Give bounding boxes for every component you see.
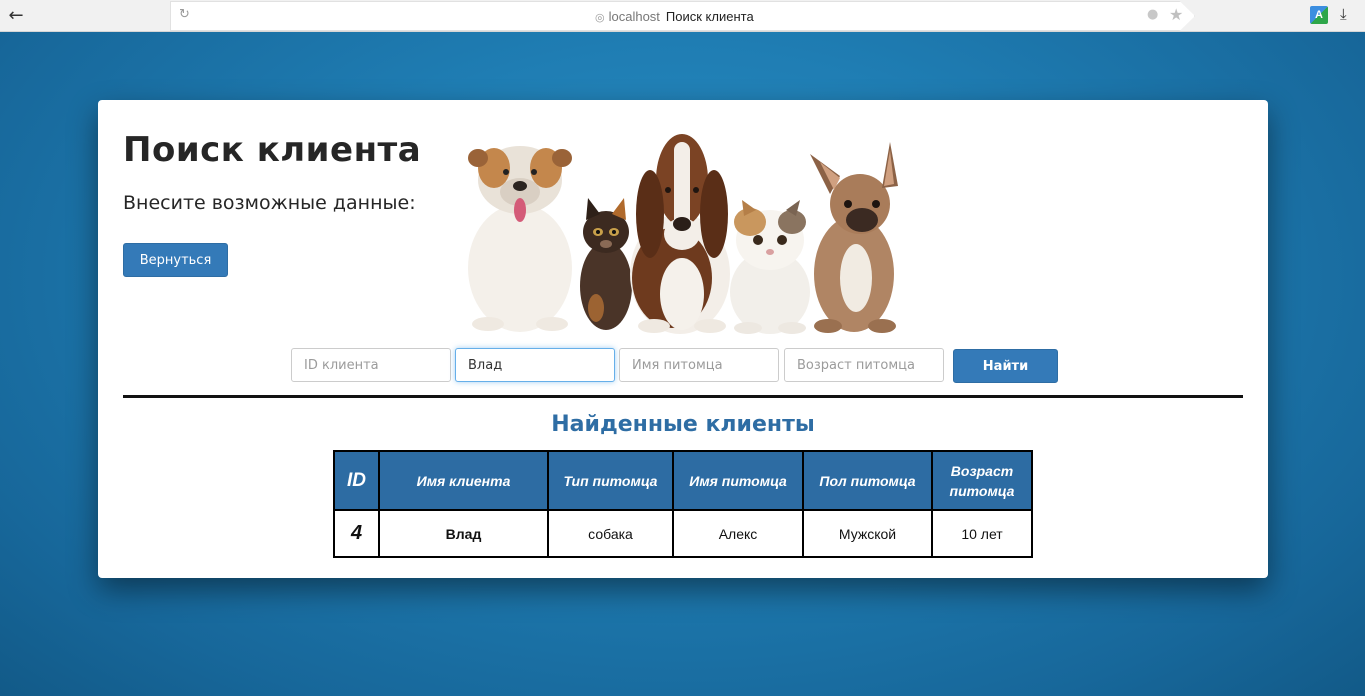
table-header-row: ID Имя клиента Тип питомца Имя питомца П… bbox=[333, 450, 1033, 511]
translate-icon[interactable]: A bbox=[1310, 6, 1328, 24]
cell-pet-type: собака bbox=[547, 509, 674, 558]
bookmark-star-icon[interactable]: ★ bbox=[1169, 5, 1183, 24]
search-form: Найти bbox=[291, 348, 1071, 383]
client-name-input[interactable] bbox=[455, 348, 615, 382]
table-row: 4 Влад собака Алекс Мужской 10 лет bbox=[333, 509, 1033, 558]
french-bulldog-figure bbox=[810, 142, 898, 333]
lightbulb-icon[interactable]: ● bbox=[1147, 7, 1158, 22]
pet-name-input[interactable] bbox=[619, 348, 779, 382]
globe-icon: ◎ bbox=[595, 12, 605, 24]
page-subtitle: Внесите возможные данные: bbox=[123, 192, 416, 214]
cell-client-name: Влад bbox=[378, 509, 549, 558]
address-bar[interactable]: ↻ ◎ localhost Поиск клиента ● ★ bbox=[170, 1, 1195, 31]
pets-image bbox=[468, 134, 898, 334]
cell-pet-sex: Мужской bbox=[802, 509, 933, 558]
cell-id: 4 bbox=[333, 509, 380, 558]
cell-pet-name: Алекс bbox=[672, 509, 804, 558]
search-card: Поиск клиента Внесите возможные данные: … bbox=[98, 100, 1268, 578]
tab-page-title: Поиск клиента bbox=[665, 9, 754, 24]
header-id: ID bbox=[333, 450, 380, 511]
back-arrow-icon[interactable]: ← bbox=[4, 4, 28, 28]
section-divider bbox=[123, 395, 1243, 398]
results-table: ID Имя клиента Тип питомца Имя питомца П… bbox=[333, 450, 1033, 558]
client-id-input[interactable] bbox=[291, 348, 451, 382]
kitten-figure bbox=[580, 198, 632, 330]
pet-age-input[interactable] bbox=[784, 348, 944, 382]
back-button[interactable]: Вернуться bbox=[123, 243, 228, 277]
cell-pet-age: 10 лет bbox=[931, 509, 1033, 558]
download-icon[interactable]: ⤓ bbox=[1340, 5, 1347, 23]
persian-cat-figure bbox=[730, 200, 810, 334]
header-pet-type: Тип питомца bbox=[547, 450, 674, 511]
reload-icon[interactable]: ↻ bbox=[179, 7, 190, 22]
header-pet-name: Имя питомца bbox=[672, 450, 804, 511]
browser-toolbar: ← ↻ ◎ localhost Поиск клиента ● ★ A ⤓ bbox=[0, 0, 1365, 32]
header-pet-sex: Пол питомца bbox=[802, 450, 933, 511]
header-pet-age: Возраст питомца bbox=[931, 450, 1033, 511]
page-title: Поиск клиента bbox=[123, 130, 422, 170]
basset-hound-figure bbox=[630, 134, 730, 334]
header-client-name: Имя клиента bbox=[378, 450, 549, 511]
results-title: Найденные клиенты bbox=[551, 412, 815, 437]
url-host: localhost bbox=[608, 9, 660, 24]
find-button[interactable]: Найти bbox=[953, 349, 1058, 383]
bulldog-figure bbox=[468, 146, 572, 332]
